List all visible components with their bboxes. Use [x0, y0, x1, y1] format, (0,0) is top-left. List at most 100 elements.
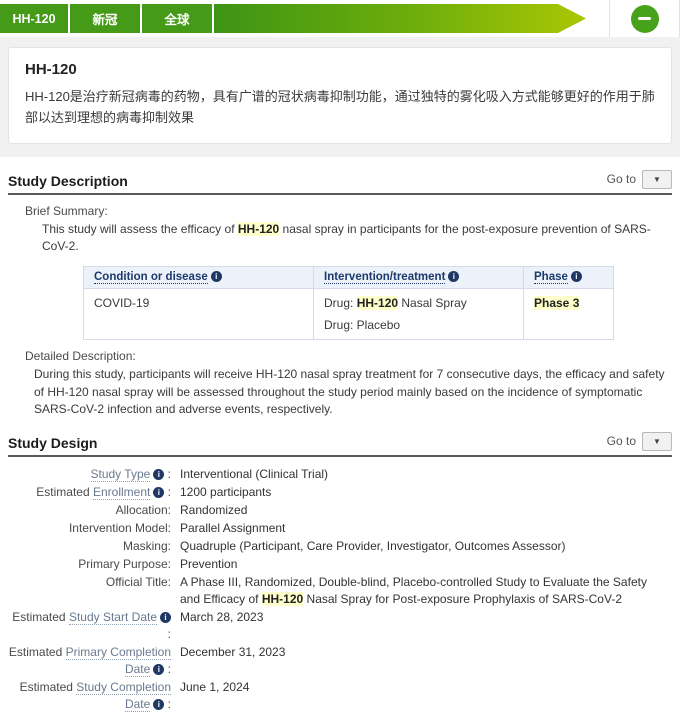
minus-icon	[638, 17, 651, 20]
info-icon[interactable]: i	[448, 271, 459, 282]
detailed-description-label: Detailed Description:	[8, 349, 672, 363]
masking-label: Masking:	[8, 538, 171, 555]
allocation-value: Randomized	[180, 502, 247, 519]
info-icon[interactable]: i	[153, 469, 164, 480]
phase-column-header: Phasei	[524, 267, 614, 289]
design-row-study-type: Study Typei : Interventional (Clinical T…	[8, 466, 672, 483]
hero-band: HH-120 HH-120是治疗新冠病毒的药物，具有广谱的冠状病毒抑制功能，通过…	[0, 37, 680, 157]
label-plain: Estimated	[36, 485, 93, 499]
chevron-down-icon: ▼	[653, 175, 661, 184]
tab-hh-120[interactable]: HH-120	[0, 4, 68, 33]
goto-control: Go to ▼	[607, 432, 672, 451]
intervention-prefix: Drug:	[324, 296, 357, 310]
drug-card-title: HH-120	[25, 61, 655, 78]
brief-summary-text: This study will assess the efficacy of H…	[8, 221, 672, 256]
colon: :	[164, 485, 171, 499]
tab-xinguan[interactable]: 新冠	[70, 4, 140, 33]
primary-purpose-value: Prevention	[180, 556, 237, 573]
design-row-official-title: Official Title: A Phase III, Randomized,…	[8, 574, 672, 608]
phase-value: Phase 3	[534, 296, 579, 310]
drug-card-description: HH-120是治疗新冠病毒的药物，具有广谱的冠状病毒抑制功能，通过独特的雾化吸入…	[25, 87, 655, 129]
label-plain: Estimated	[20, 680, 77, 694]
colon: :	[168, 627, 171, 641]
detailed-description-text: During this study, participants will rec…	[8, 366, 672, 418]
masking-value: Quadruple (Participant, Care Provider, I…	[180, 538, 566, 555]
design-label: Estimated Study Start Datei :	[8, 609, 171, 643]
design-label: Estimated Enrollmenti :	[8, 484, 171, 501]
intervention-model-label: Intervention Model:	[8, 520, 171, 537]
header-right-cell	[609, 0, 680, 37]
official-title-label: Official Title:	[8, 574, 171, 608]
info-icon[interactable]: i	[153, 699, 164, 710]
design-label: Estimated Primary Completion Datei :	[8, 644, 171, 678]
official-title-value: A Phase III, Randomized, Double-blind, P…	[180, 574, 668, 608]
info-icon[interactable]: i	[153, 487, 164, 498]
enrollment-link[interactable]: Enrollment	[93, 485, 150, 500]
primary-purpose-label: Primary Purpose:	[8, 556, 171, 573]
goto-label: Go to	[607, 434, 636, 448]
info-icon[interactable]: i	[153, 664, 164, 675]
highlighted-drug-name: HH-120	[238, 222, 279, 236]
colon: :	[164, 697, 171, 711]
condition-table: Condition or diseasei Intervention/treat…	[83, 266, 614, 340]
info-icon[interactable]: i	[211, 271, 222, 282]
goto-dropdown[interactable]: ▼	[642, 170, 672, 189]
goto-control: Go to ▼	[607, 170, 672, 189]
design-row-masking: Masking: Quadruple (Participant, Care Pr…	[8, 538, 672, 555]
design-row-enrollment: Estimated Enrollmenti : 1200 participant…	[8, 484, 672, 501]
main-content: Study Description Go to ▼ Brief Summary:…	[0, 170, 680, 713]
phase-header-link[interactable]: Phase	[534, 271, 568, 284]
goto-dropdown[interactable]: ▼	[642, 432, 672, 451]
highlighted-drug-name: HH-120	[262, 592, 303, 606]
design-row-start-date: Estimated Study Start Datei : March 28, …	[8, 609, 672, 643]
collapse-button[interactable]	[631, 5, 659, 33]
official-title-suffix: Nasal Spray for Post-exposure Prophylaxi…	[303, 592, 622, 606]
study-description-header: Study Description Go to ▼	[8, 170, 672, 195]
design-row-primary-completion: Estimated Primary Completion Datei : Dec…	[8, 644, 672, 678]
study-design-list: Study Typei : Interventional (Clinical T…	[8, 466, 672, 713]
intervention-model-value: Parallel Assignment	[180, 520, 285, 537]
highlighted-drug-name: HH-120	[357, 296, 398, 310]
design-label: Estimated Study Completion Datei :	[8, 679, 171, 713]
table-row: COVID-19 Drug: HH-120 Nasal Spray Drug: …	[84, 289, 614, 340]
phase-cell: Phase 3	[524, 289, 614, 340]
brief-summary-label: Brief Summary:	[8, 204, 672, 218]
info-icon[interactable]: i	[160, 612, 171, 623]
label-plain: Estimated	[12, 610, 69, 624]
intervention-suffix: Nasal Spray	[398, 296, 467, 310]
colon: :	[164, 662, 171, 676]
intervention-column-header: Intervention/treatmenti	[314, 267, 524, 289]
condition-column-header: Condition or diseasei	[84, 267, 314, 289]
drug-summary-card: HH-120 HH-120是治疗新冠病毒的药物，具有广谱的冠状病毒抑制功能，通过…	[8, 47, 672, 144]
start-date-value: March 28, 2023	[180, 609, 263, 643]
colon: :	[164, 467, 171, 481]
primary-completion-value: December 31, 2023	[180, 644, 285, 678]
design-row-allocation: Allocation: Randomized	[8, 502, 672, 519]
study-type-value: Interventional (Clinical Trial)	[180, 466, 328, 483]
goto-label: Go to	[607, 172, 636, 186]
study-start-date-link[interactable]: Study Start Date	[69, 610, 157, 625]
design-label: Study Typei :	[8, 466, 171, 483]
brief-summary-prefix: This study will assess the efficacy of	[42, 222, 238, 236]
section-title-study-description: Study Description	[8, 173, 128, 189]
design-row-primary-purpose: Primary Purpose: Prevention	[8, 556, 672, 573]
chevron-down-icon: ▼	[653, 437, 661, 446]
intervention-cell: Drug: HH-120 Nasal Spray Drug: Placebo	[314, 289, 524, 340]
top-tab-bar: HH-120 新冠 全球	[0, 0, 680, 37]
label-plain: Estimated	[9, 645, 66, 659]
study-completion-value: June 1, 2024	[180, 679, 249, 713]
condition-cell: COVID-19	[84, 289, 314, 340]
study-type-link[interactable]: Study Type	[91, 467, 151, 482]
design-row-intervention-model: Intervention Model: Parallel Assignment	[8, 520, 672, 537]
tab-quanqiu[interactable]: 全球	[142, 4, 212, 33]
intervention-line-1: Drug: HH-120 Nasal Spray	[324, 296, 513, 310]
section-title-study-design: Study Design	[8, 435, 97, 451]
info-icon[interactable]: i	[571, 271, 582, 282]
design-row-study-completion: Estimated Study Completion Datei : June …	[8, 679, 672, 713]
allocation-label: Allocation:	[8, 502, 171, 519]
intervention-header-link[interactable]: Intervention/treatment	[324, 271, 445, 284]
study-design-header: Study Design Go to ▼	[8, 432, 672, 457]
condition-header-link[interactable]: Condition or disease	[94, 271, 208, 284]
progress-arrow-banner	[214, 4, 586, 33]
enrollment-value: 1200 participants	[180, 484, 271, 501]
